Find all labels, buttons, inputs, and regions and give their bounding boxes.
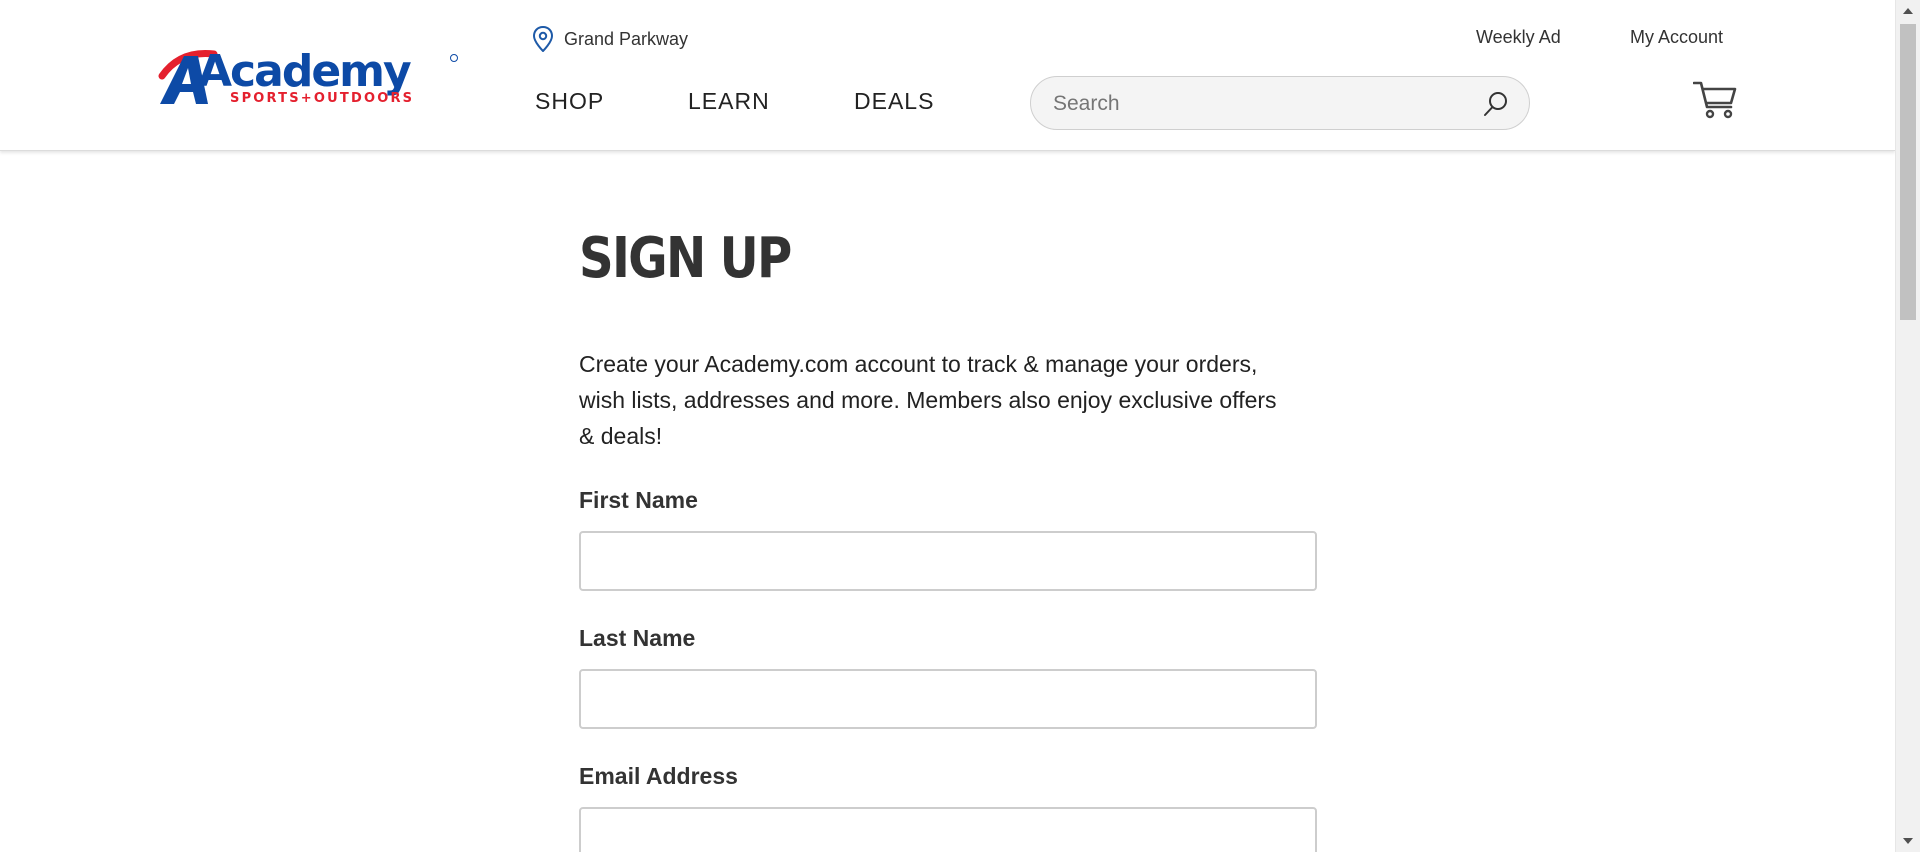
last-name-label: Last Name	[579, 625, 696, 651]
scrollbar-thumb[interactable]	[1900, 24, 1916, 320]
browser-viewport: Academy SPORTS+OUTDOORS Grand Parkway We…	[0, 0, 1920, 852]
search-input[interactable]	[1051, 77, 1475, 131]
page-title: SIGN UP	[579, 226, 792, 291]
search-bar	[1030, 76, 1530, 131]
first-name-label: First Name	[579, 487, 698, 513]
nav-learn[interactable]: LEARN	[688, 88, 770, 115]
scroll-down-arrow-icon[interactable]	[1896, 830, 1920, 852]
search-icon[interactable]	[1483, 91, 1509, 117]
cart-icon[interactable]	[1693, 80, 1737, 120]
page: Academy SPORTS+OUTDOORS Grand Parkway We…	[0, 0, 1895, 852]
nav-shop[interactable]: SHOP	[535, 88, 604, 115]
logo-brand-text: Academy	[198, 46, 411, 97]
my-account-link[interactable]: My Account	[1630, 27, 1723, 48]
first-name-field[interactable]	[579, 531, 1317, 591]
email-address-field[interactable]	[579, 807, 1317, 852]
signup-intro-text: Create your Academy.com account to track…	[579, 351, 1277, 449]
scroll-up-arrow-icon[interactable]	[1896, 0, 1920, 22]
store-location-label: Grand Parkway	[564, 28, 689, 49]
academy-logo[interactable]: Academy SPORTS+OUTDOORS	[158, 46, 464, 108]
last-name-field[interactable]	[579, 669, 1317, 729]
site-header: Academy SPORTS+OUTDOORS Grand Parkway We…	[0, 0, 1895, 151]
nav-deals[interactable]: DEALS	[854, 88, 934, 115]
email-address-label: Email Address	[579, 763, 738, 789]
weekly-ad-link[interactable]: Weekly Ad	[1476, 27, 1561, 48]
map-pin-icon	[532, 26, 554, 52]
logo-tagline-text: SPORTS+OUTDOORS	[230, 91, 414, 106]
vertical-scrollbar[interactable]	[1895, 0, 1920, 852]
store-location[interactable]: Grand Parkway	[532, 24, 688, 54]
